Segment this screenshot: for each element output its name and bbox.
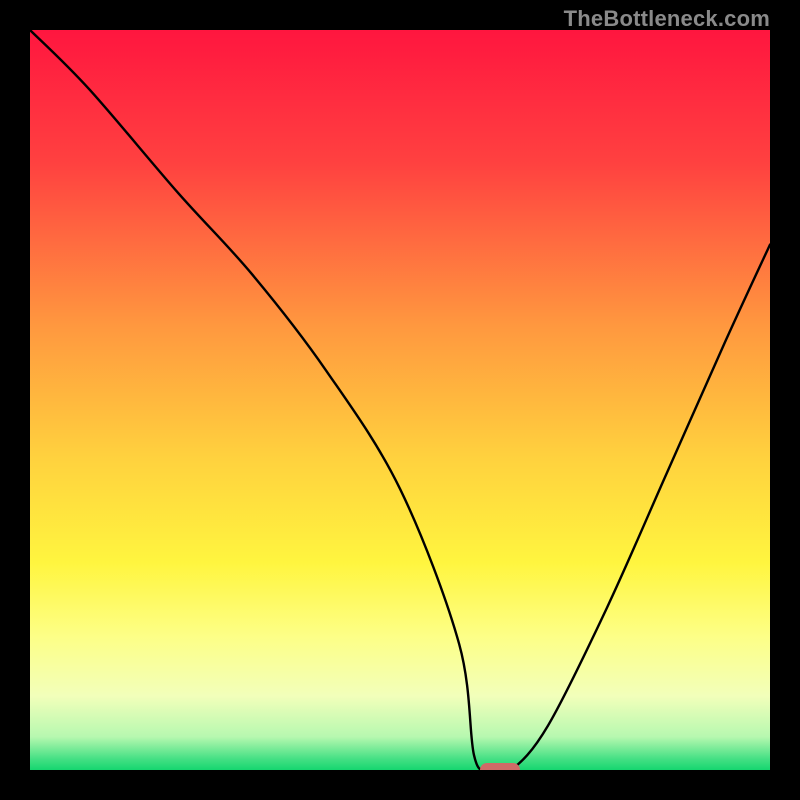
optimum-marker bbox=[480, 763, 520, 770]
gradient-background bbox=[30, 30, 770, 770]
chart-frame: TheBottleneck.com bbox=[0, 0, 800, 800]
plot-area bbox=[30, 30, 770, 770]
chart-svg bbox=[30, 30, 770, 770]
watermark-text: TheBottleneck.com bbox=[564, 6, 770, 32]
